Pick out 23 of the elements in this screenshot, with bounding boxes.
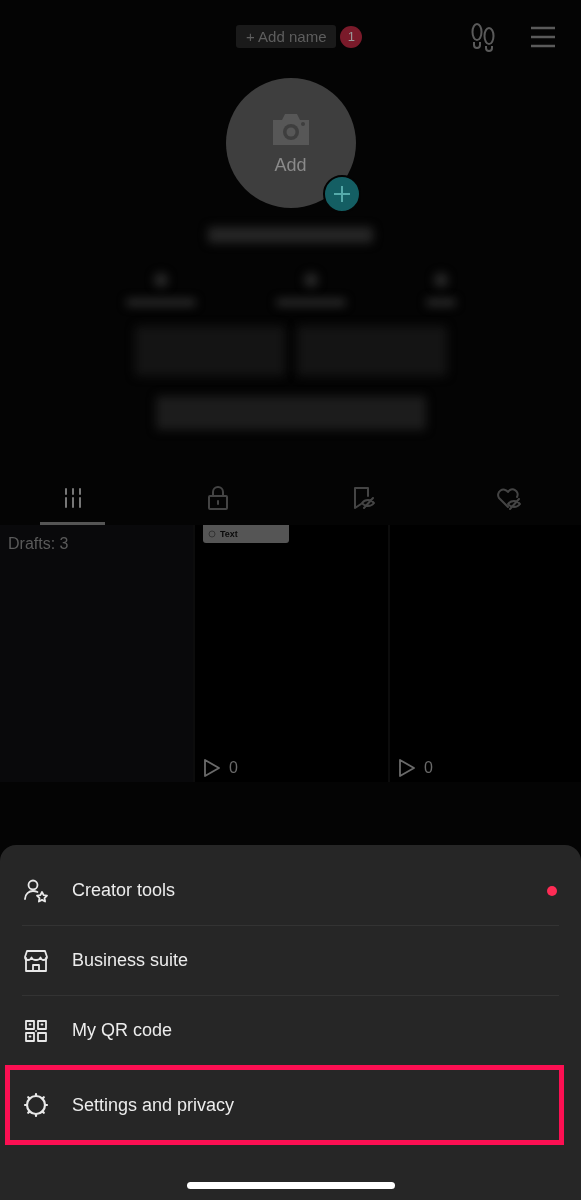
- menu-item[interactable]: Settings and privacy: [5, 1065, 564, 1145]
- plus-icon: [332, 185, 351, 203]
- add-name-button[interactable]: + Add name: [236, 25, 337, 48]
- redacted-count: [153, 273, 168, 287]
- avatar-label: Add: [274, 154, 307, 176]
- notification-badge: 1: [340, 25, 363, 48]
- play-icon: [203, 758, 221, 778]
- menu-icon[interactable]: [530, 26, 556, 48]
- menu-item[interactable]: My QR code: [22, 996, 559, 1065]
- chip-label: Text: [220, 529, 238, 539]
- redacted-count: [433, 273, 448, 287]
- view-count: 0: [424, 759, 433, 777]
- play-icon: [398, 758, 416, 778]
- drafts-count: Drafts: 3: [7, 534, 70, 554]
- redacted-count: [303, 273, 318, 287]
- settings-icon: [22, 1091, 50, 1119]
- video-tile[interactable]: Text 0: [195, 525, 388, 782]
- menu-item[interactable]: Business suite: [22, 926, 559, 996]
- video-tile[interactable]: 0: [390, 525, 581, 782]
- view-count: 0: [229, 759, 238, 777]
- menu-item[interactable]: Creator tools: [22, 856, 559, 926]
- footprints-icon[interactable]: [470, 22, 496, 52]
- chip-icon: [208, 530, 216, 538]
